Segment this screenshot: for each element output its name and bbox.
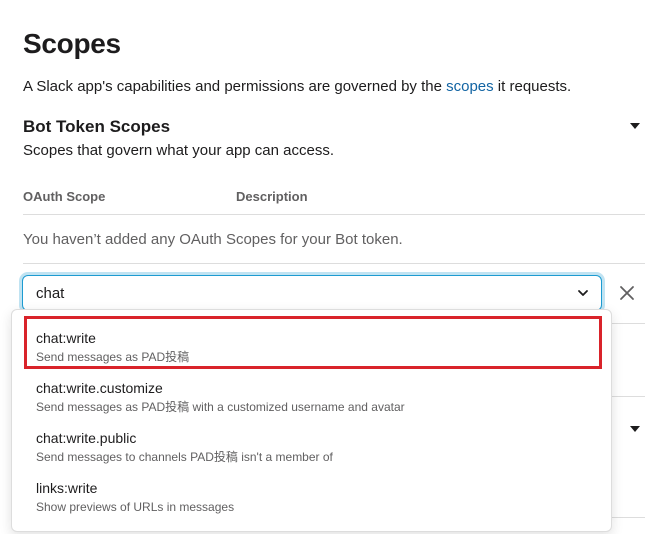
scope-option-description: Send messages as PAD投稿 with a customized… bbox=[36, 400, 405, 414]
highlight-box bbox=[24, 316, 602, 369]
scope-option-name: links:write bbox=[36, 480, 98, 496]
empty-scopes-message: You haven’t added any OAuth Scopes for y… bbox=[23, 231, 403, 248]
table-divider bbox=[23, 263, 645, 264]
scope-option-name: chat:write.customize bbox=[36, 380, 163, 396]
table-divider bbox=[23, 214, 645, 215]
intro-text-before: A Slack app's capabilities and permissio… bbox=[23, 78, 447, 95]
background-divider bbox=[611, 396, 645, 397]
scope-option-links-write[interactable]: links:write Show previews of URLs in mes… bbox=[12, 470, 611, 520]
column-header-oauth-scope: OAuth Scope bbox=[23, 189, 106, 204]
page-title: Scopes bbox=[23, 28, 121, 59]
bot-token-scopes-subtitle: Scopes that govern what your app can acc… bbox=[23, 142, 335, 159]
scope-option-name: chat:write.public bbox=[36, 430, 137, 446]
scope-option-description: Send messages to channels PAD投稿 isn't a … bbox=[36, 450, 333, 464]
background-divider bbox=[611, 517, 645, 518]
scope-option-chat-write-public[interactable]: chat:write.public Send messages to chann… bbox=[12, 420, 611, 470]
collapse-caret-icon[interactable] bbox=[630, 123, 640, 129]
close-icon[interactable] bbox=[618, 284, 636, 302]
bot-token-scopes-title: Bot Token Scopes bbox=[23, 117, 171, 136]
scope-option-chat-write-customize[interactable]: chat:write.customize Send messages as PA… bbox=[12, 370, 611, 420]
collapse-caret-icon[interactable] bbox=[630, 426, 640, 432]
scope-option-description: Show previews of URLs in messages bbox=[36, 500, 235, 514]
chevron-down-icon[interactable] bbox=[576, 286, 590, 300]
scopes-link[interactable]: scopes bbox=[446, 78, 494, 95]
intro-text: A Slack app's capabilities and permissio… bbox=[23, 77, 571, 97]
scope-options-dropdown: chat:write Send messages as PAD投稿 chat:w… bbox=[11, 309, 612, 532]
scope-search-input[interactable] bbox=[36, 283, 556, 303]
column-header-description: Description bbox=[236, 189, 308, 204]
intro-text-after: it requests. bbox=[493, 78, 572, 95]
background-divider bbox=[611, 323, 645, 324]
scope-search-combobox[interactable] bbox=[22, 275, 602, 311]
